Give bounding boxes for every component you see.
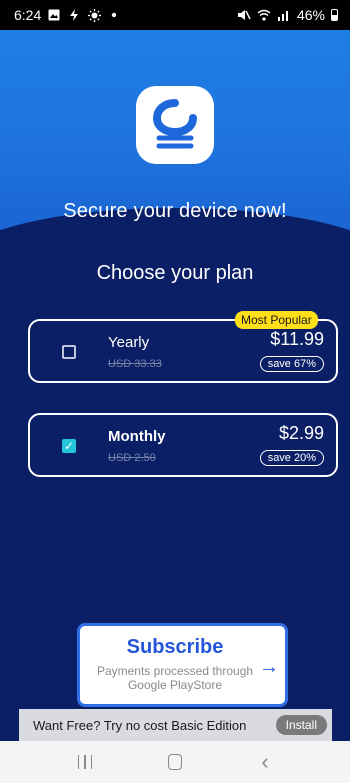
battery-icon xyxy=(331,9,338,21)
arrow-right-icon: → xyxy=(259,656,279,678)
status-time: 6:24 xyxy=(14,7,42,23)
signal-icon xyxy=(277,8,291,22)
status-right: 46% xyxy=(237,7,338,23)
install-button[interactable]: Install xyxy=(275,715,327,735)
charging-icon xyxy=(67,8,81,22)
recents-icon[interactable] xyxy=(73,750,97,774)
battery-percent: 46% xyxy=(296,7,325,23)
plan-old-price: USD 2.50 xyxy=(108,452,156,464)
plan-name: Yearly xyxy=(108,334,150,351)
free-edition-bar: Want Free? Try no cost Basic Edition Ins… xyxy=(19,709,332,741)
subscribe-subtitle: Payments processed through Google PlaySt… xyxy=(96,664,254,692)
app-logo-icon xyxy=(136,86,214,164)
subscribe-button[interactable]: Subscribe Payments processed through Goo… xyxy=(77,623,288,707)
status-bar: 6:24 46% xyxy=(0,0,350,30)
plan-price: $2.99 xyxy=(278,423,324,443)
check-icon: ✓ xyxy=(63,439,75,453)
hero-header: Secure your device now! xyxy=(0,30,350,235)
monthly-checkbox[interactable]: ✓ xyxy=(62,439,76,453)
system-nav-bar: ‹ xyxy=(0,741,350,783)
plan-old-price: USD 33.33 xyxy=(108,358,162,370)
wifi-icon xyxy=(257,8,271,22)
home-icon[interactable] xyxy=(163,750,187,774)
brightness-icon xyxy=(87,8,101,22)
subscribe-title: Subscribe xyxy=(126,636,224,658)
free-edition-text: Want Free? Try no cost Basic Edition xyxy=(33,717,247,733)
save-badge: save 67% xyxy=(259,356,324,372)
back-icon[interactable]: ‹ xyxy=(253,750,277,774)
dot-icon xyxy=(107,8,121,22)
plan-name: Monthly xyxy=(108,428,166,445)
gallery-icon xyxy=(47,8,61,22)
most-popular-badge: Most Popular xyxy=(235,311,318,329)
plan-yearly-card[interactable]: Most Popular Yearly USD 33.33 $11.99 sav… xyxy=(28,311,338,383)
mute-icon xyxy=(237,8,251,22)
status-left: 6:24 xyxy=(14,7,121,23)
plan-monthly-card[interactable]: ✓ Monthly USD 2.50 $2.99 save 20% xyxy=(28,413,338,477)
hero-title: Secure your device now! xyxy=(63,200,287,222)
yearly-checkbox[interactable] xyxy=(62,345,76,359)
plan-heading: Choose your plan xyxy=(96,262,254,284)
save-badge: save 20% xyxy=(259,450,324,466)
plan-price: $11.99 xyxy=(270,329,324,349)
